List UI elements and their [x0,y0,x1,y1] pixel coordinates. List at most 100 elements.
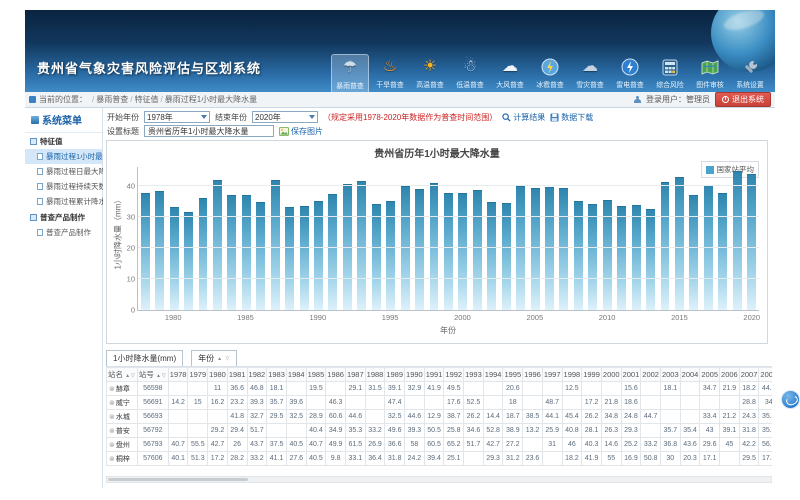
col-year-1986[interactable]: 1986 [326,368,346,382]
nav-item-drought-survey[interactable]: ♨干旱普查 [371,54,409,92]
col-year-2005[interactable]: 2005 [700,368,720,382]
logout-button[interactable]: 退出系统 [715,92,771,107]
col-year-1984[interactable]: 1984 [286,368,306,382]
station-marker-icon[interactable]: ⊗ [109,386,115,393]
col-year-1995[interactable]: 1995 [503,368,523,382]
bar-slot [254,167,268,310]
start-year-label: 开始年份 [107,112,139,123]
col-station[interactable]: 站名 ▲▽ [107,368,138,382]
col-year-1987[interactable]: 1987 [345,368,365,382]
value-cell: 14.2 [168,396,188,410]
app-window: 贵州省气象灾害风险评估与区划系统 ☂暴雨普查♨干旱普查☀高温普查☃低温普查☁大风… [25,10,775,488]
station-marker-icon[interactable]: ⊗ [109,400,115,407]
sidebar-group[interactable]: 特征值 [25,133,102,149]
sidebar-item[interactable]: 普查产品制作 [25,225,102,240]
col-year-1979[interactable]: 1979 [188,368,208,382]
value-cell: 16.2 [208,396,228,410]
bar-slot [181,167,195,310]
sort-icons[interactable]: ▲▽ [156,373,167,379]
nav-item-wind-survey[interactable]: ☁大风普查 [491,54,529,92]
breadcrumb-item[interactable]: 暴雨普查 [96,95,128,104]
sort-icons[interactable]: ▲ ▽ [217,356,230,362]
col-year-1990[interactable]: 1990 [405,368,425,382]
nav-item-snow-survey[interactable]: ☁雪灾普查 [571,54,609,92]
table-row[interactable]: ⊗盘州5679340.755.542.72643.737.540.540.749… [107,438,773,452]
data-download-button[interactable]: 数据下载 [550,112,593,123]
bar-slot [225,167,239,310]
table-row[interactable]: ⊗水城5669341.832.729.532.528.960.644.632.5… [107,410,773,424]
start-year-select[interactable]: 1978年 [144,111,210,123]
value-cell [523,438,543,452]
col-year-2002[interactable]: 2002 [641,368,661,382]
sidebar-item[interactable]: 暴雨过程累计降水量 [25,194,102,209]
value-cell: 29.5 [267,410,287,424]
nav-item-system-settings[interactable]: 系统设置 [731,54,769,92]
col-year-1985[interactable]: 1985 [306,368,326,382]
table-row[interactable]: ⊗威宁5669114.21516.223.239.335.739.646.347… [107,396,773,410]
wind-survey-icon: ☁ [499,56,521,78]
col-year-1980[interactable]: 1980 [208,368,228,382]
col-year-1982[interactable]: 1982 [247,368,267,382]
station-marker-icon[interactable]: ⊗ [109,428,115,435]
document-icon [37,183,43,190]
horizontal-scrollbar[interactable] [106,476,772,483]
value-cell: 51.7 [247,424,267,438]
x-tick-label: 1995 [382,313,399,322]
sidebar-item[interactable]: 暴雨过程日最大降水量 [25,164,102,179]
breadcrumb-item[interactable]: 特征值 [134,95,158,104]
col-year-1978[interactable]: 1978 [168,368,188,382]
col-year-2004[interactable]: 2004 [680,368,700,382]
chart-title-input[interactable] [144,125,274,137]
nav-item-label: 干旱普查 [376,79,404,89]
col-year-1983[interactable]: 1983 [267,368,287,382]
nav-item-high-temp-survey[interactable]: ☀高温普查 [411,54,449,92]
col-year-2000[interactable]: 2000 [601,368,621,382]
table-row[interactable]: ⊗赫章565981136.646.818.119.529.131.539.132… [107,382,773,396]
value-filter-box[interactable]: 1小时降水量(mm) [106,350,183,367]
station-marker-icon[interactable]: ⊗ [109,442,115,449]
col-year-2001[interactable]: 2001 [621,368,641,382]
col-year-2008[interactable]: 2008 [759,368,772,382]
col-year-1991[interactable]: 1991 [424,368,444,382]
nav-item-comprehensive-risk[interactable]: 综合风险 [651,54,689,92]
col-year-2007[interactable]: 2007 [739,368,759,382]
end-year-select[interactable]: 2020年 [252,111,318,123]
sidebar-group[interactable]: 普查产品制作 [25,209,102,225]
sort-icons[interactable]: ▲▽ [125,373,136,379]
chat-widget[interactable] [781,390,800,409]
col-year-1996[interactable]: 1996 [523,368,543,382]
value-cell: 34.8 [601,410,621,424]
col-year-1989[interactable]: 1989 [385,368,405,382]
station-marker-icon[interactable]: ⊗ [109,456,115,463]
bar-slot [672,167,686,310]
nav-item-lightning-survey[interactable]: 雷电普查 [611,54,649,92]
nav-item-hail-survey[interactable]: 冰雹普查 [531,54,569,92]
col-year-1997[interactable]: 1997 [542,368,562,382]
col-year-1993[interactable]: 1993 [464,368,484,382]
scrollbar-thumb[interactable] [108,478,248,481]
col-year-1999[interactable]: 1999 [582,368,602,382]
col-station-id[interactable]: 站号 ▲▽ [137,368,168,382]
station-marker-icon[interactable]: ⊗ [109,414,115,421]
sidebar-item[interactable]: 暴雨过程持续天数 [25,179,102,194]
value-cell: 29.3 [483,452,503,466]
folder-icon [30,138,37,145]
bar-slot [643,167,657,310]
sidebar-item[interactable]: 暴雨过程1小时最大降水量 [25,149,102,164]
col-year-2003[interactable]: 2003 [660,368,680,382]
bar-1989 [300,206,309,310]
calculate-button[interactable]: 计算结果 [502,112,545,123]
col-year-1998[interactable]: 1998 [562,368,582,382]
table-row[interactable]: ⊗普安5679229.229.451.740.434.935.333.249.6… [107,424,773,438]
year-sort-box[interactable]: 年份 ▲ ▽ [191,350,237,367]
col-year-2006[interactable]: 2006 [720,368,740,382]
nav-item-low-temp-survey[interactable]: ☃低温普查 [451,54,489,92]
nav-item-map-review[interactable]: 图件审核 [691,54,729,92]
table-row[interactable]: ⊗桐梓5760640.151.317.228.233.241.127.640.5… [107,452,773,466]
col-year-1992[interactable]: 1992 [444,368,464,382]
col-year-1981[interactable]: 1981 [227,368,247,382]
col-year-1988[interactable]: 1988 [365,368,385,382]
save-image-button[interactable]: 保存图片 [279,126,323,137]
col-year-1994[interactable]: 1994 [483,368,503,382]
nav-item-rainstorm-survey[interactable]: ☂暴雨普查 [331,54,369,92]
